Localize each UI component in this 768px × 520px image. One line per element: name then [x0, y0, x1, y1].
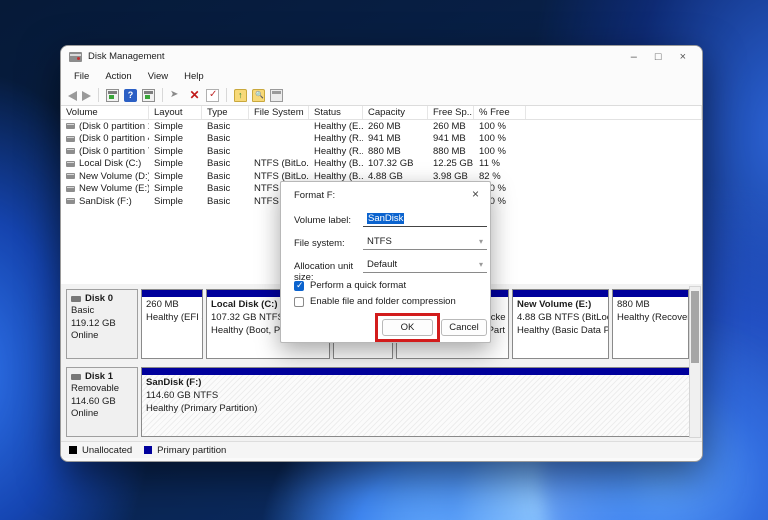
- volume-label-value: SanDisk: [367, 212, 405, 224]
- toolbar-separator: [162, 88, 163, 102]
- partition-color-bar: [142, 368, 690, 375]
- volume-icon: [66, 198, 75, 205]
- disk-management-icon: [69, 51, 82, 62]
- volume-label-label: Volume label:: [294, 215, 352, 226]
- status-bar: Unallocated Primary partition: [61, 441, 702, 458]
- partition-color-bar: [142, 290, 202, 297]
- toolbar-separator: [226, 88, 227, 102]
- title-bar: Disk Management – □ ×: [61, 46, 702, 67]
- volume-icon: [66, 148, 75, 155]
- file-system-dropdown[interactable]: NTFS ▾: [363, 233, 487, 250]
- vertical-scrollbar[interactable]: [689, 286, 701, 438]
- volume-icon: [66, 135, 75, 142]
- col-pct-free[interactable]: % Free: [474, 106, 526, 119]
- properties-icon[interactable]: [270, 88, 283, 102]
- file-system-label: File system:: [294, 238, 345, 249]
- table-row[interactable]: Local Disk (C:) Simple Basic NTFS (BitLo..…: [61, 158, 702, 171]
- menu-file[interactable]: File: [67, 70, 96, 83]
- col-free-space[interactable]: Free Sp...: [428, 106, 474, 119]
- quick-format-label: Perform a quick format: [310, 280, 407, 291]
- partition-efi[interactable]: 260 MB Healthy (EFI S: [141, 289, 203, 359]
- dialog-title: Format F:: [294, 190, 336, 201]
- help-icon[interactable]: ?: [124, 88, 137, 102]
- table-row[interactable]: (Disk 0 partition 1) Simple Basic Healthy…: [61, 120, 702, 133]
- allocation-unit-dropdown[interactable]: Default ▾: [363, 256, 487, 273]
- col-file-system[interactable]: File System: [249, 106, 309, 119]
- partition-color-bar: [513, 290, 608, 297]
- volume-icon: [66, 160, 75, 167]
- legend-unallocated: Unallocated: [82, 444, 133, 456]
- disk1-label[interactable]: Disk 1 Removable 114.60 GB Online: [66, 367, 138, 437]
- disk-icon: [71, 374, 81, 381]
- col-layout[interactable]: Layout: [149, 106, 202, 119]
- toolbar: ? ✕: [61, 85, 702, 106]
- partition-color-bar: [613, 290, 688, 297]
- volume-icon: [66, 185, 75, 192]
- scrollbar-thumb[interactable]: [691, 291, 699, 363]
- pointer-icon[interactable]: [170, 89, 183, 102]
- window-title: Disk Management: [88, 51, 165, 62]
- close-button[interactable]: ×: [680, 51, 686, 63]
- quick-format-checkbox[interactable]: [294, 280, 304, 291]
- table-row[interactable]: (Disk 0 partition 4) Simple Basic Healthy…: [61, 133, 702, 146]
- check-document-icon[interactable]: [206, 88, 219, 102]
- maximize-button[interactable]: □: [655, 51, 662, 63]
- delete-icon[interactable]: ✕: [188, 88, 201, 102]
- folder-search-icon[interactable]: [252, 88, 265, 102]
- cancel-button[interactable]: Cancel: [441, 319, 487, 336]
- table-row[interactable]: (Disk 0 partition 7) Simple Basic Healthy…: [61, 145, 702, 158]
- col-volume[interactable]: Volume: [61, 106, 149, 119]
- back-arrow-icon[interactable]: [68, 90, 77, 101]
- compression-label: Enable file and folder compression: [310, 296, 456, 307]
- disk1-band: Disk 1 Removable 114.60 GB Online SanDis…: [66, 367, 694, 437]
- toolbar-separator: [98, 88, 99, 102]
- chevron-down-icon: ▾: [478, 236, 483, 246]
- table-header-row: Volume Layout Type File System Status Ca…: [61, 106, 702, 120]
- menu-help[interactable]: Help: [177, 70, 211, 83]
- format-dialog: Format F: × Volume label: SanDisk File s…: [280, 181, 491, 343]
- col-type[interactable]: Type: [202, 106, 249, 119]
- partition-e[interactable]: New Volume (E:)4.88 GB NTFS (BitLockeHea…: [512, 289, 609, 359]
- disk-icon: [71, 296, 81, 303]
- console-window-icon[interactable]: [106, 88, 119, 102]
- volume-icon: [66, 123, 75, 130]
- volume-label-input[interactable]: SanDisk: [363, 210, 487, 227]
- console-window-icon[interactable]: [142, 88, 155, 102]
- dialog-close-icon[interactable]: ×: [472, 187, 479, 201]
- unallocated-swatch: [69, 446, 77, 454]
- partition-recovery-880[interactable]: 880 MB Healthy (Recovery: [612, 289, 689, 359]
- legend-primary-partition: Primary partition: [157, 444, 227, 456]
- menu-view[interactable]: View: [141, 70, 175, 83]
- ok-button[interactable]: OK: [382, 319, 433, 336]
- partition-sandisk-f[interactable]: SanDisk (F:) 114.60 GB NTFS Healthy (Prima…: [141, 367, 691, 437]
- menu-bar: File Action View Help: [61, 67, 702, 85]
- allocation-unit-value: Default: [367, 258, 398, 270]
- menu-action[interactable]: Action: [98, 70, 138, 83]
- file-system-value: NTFS: [367, 235, 392, 247]
- col-status[interactable]: Status: [309, 106, 363, 119]
- chevron-down-icon: ▾: [478, 259, 483, 269]
- forward-arrow-icon[interactable]: [82, 90, 91, 101]
- minimize-button[interactable]: –: [631, 51, 637, 63]
- compression-checkbox[interactable]: [294, 296, 304, 307]
- volume-icon: [66, 173, 75, 180]
- folder-up-icon[interactable]: [234, 88, 247, 102]
- disk0-label[interactable]: Disk 0 Basic 119.12 GB Online: [66, 289, 138, 359]
- primary-partition-swatch: [144, 446, 153, 454]
- col-capacity[interactable]: Capacity: [363, 106, 428, 119]
